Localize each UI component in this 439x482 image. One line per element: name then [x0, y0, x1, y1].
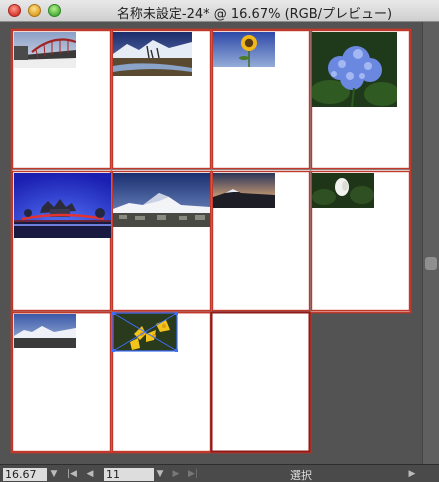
close-button[interactable] [8, 4, 21, 17]
page-dropdown-icon[interactable]: ▼ [155, 467, 165, 481]
minimize-button[interactable] [28, 4, 41, 17]
photo-castle-night[interactable] [14, 173, 111, 238]
photo-mountain-sunset[interactable] [213, 173, 275, 208]
zoom-dropdown-icon[interactable]: ▼ [48, 467, 60, 481]
status-bar: 16.67 ▼ |◀ ◀ 11 ▼ ▶ ▶| 選択 ▶ [0, 464, 439, 482]
status-menu-icon[interactable]: ▶ [406, 467, 418, 481]
next-page-icon[interactable]: ▶ [170, 467, 182, 481]
zoom-button[interactable] [48, 4, 61, 17]
photo-white-flower[interactable] [312, 173, 374, 208]
photo-red-bridge[interactable] [14, 32, 76, 68]
document-window: 名称未設定-24* @ 16.67% (RGB/プレビュー) 16.67 ▼ |… [0, 0, 439, 482]
photo-snowy-peaks[interactable] [14, 314, 76, 348]
prev-page-icon[interactable]: ◀ [84, 467, 96, 481]
photo-sunflower[interactable] [213, 32, 275, 67]
scrollbar-thumb[interactable] [425, 257, 437, 270]
window-title: 名称未設定-24* @ 16.67% (RGB/プレビュー) [116, 7, 393, 22]
canvas-area[interactable] [0, 22, 422, 464]
title-bar[interactable]: 名称未設定-24* @ 16.67% (RGB/プレビュー) [0, 0, 439, 22]
photo-yellow-flowers[interactable] [112, 312, 178, 352]
current-tool-label: 選択 [290, 469, 312, 482]
photo-mount-fuji-town[interactable] [113, 173, 210, 227]
page-number-field[interactable]: 11 [104, 468, 154, 481]
zoom-level-field[interactable]: 16.67 [3, 468, 47, 481]
photo-snowy-mountain-river[interactable] [113, 32, 192, 76]
photo-blue-hydrangea[interactable] [312, 32, 397, 107]
vertical-scrollbar[interactable] [422, 22, 439, 464]
first-page-icon[interactable]: |◀ [66, 467, 78, 481]
last-page-icon[interactable]: ▶| [186, 467, 200, 481]
